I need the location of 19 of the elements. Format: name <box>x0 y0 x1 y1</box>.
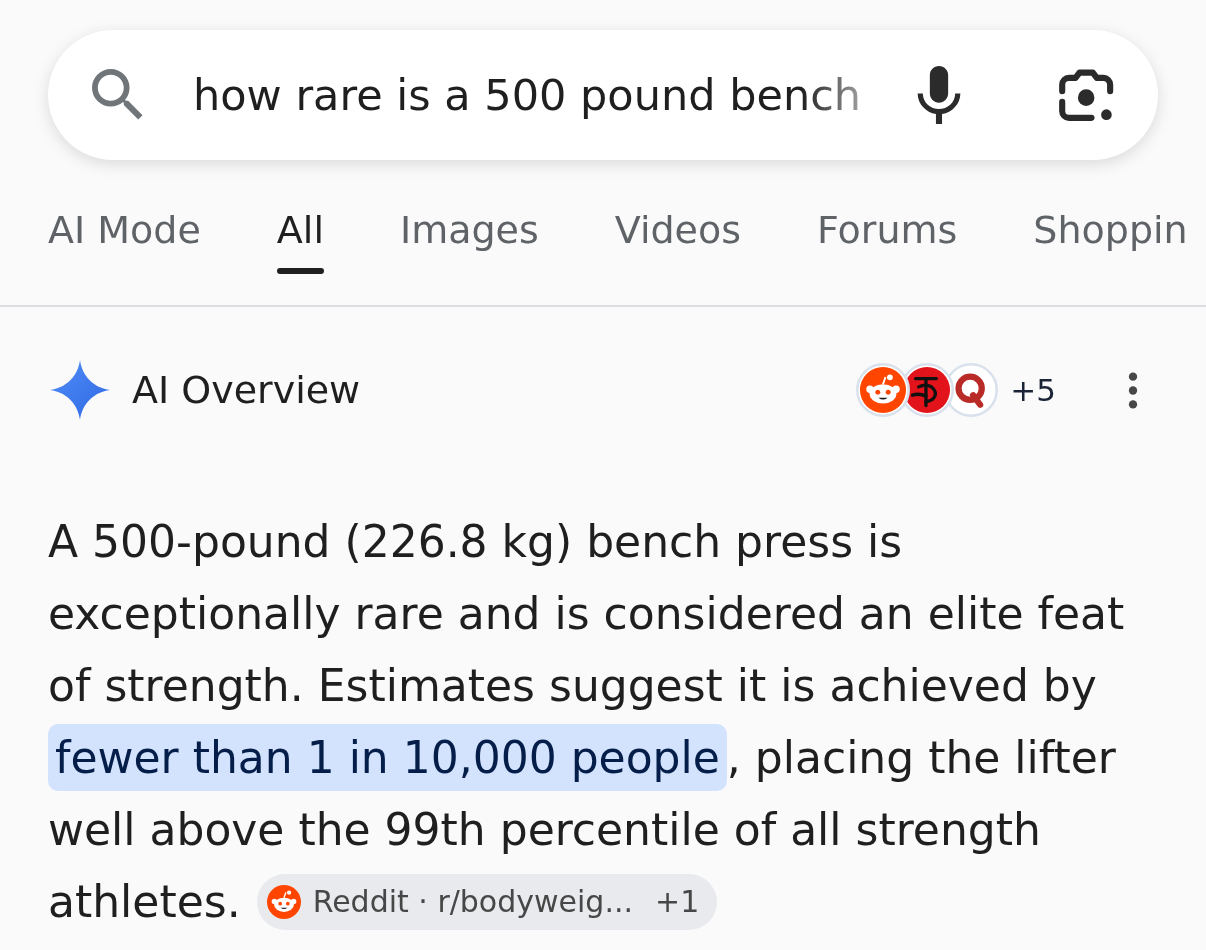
search-icon <box>92 69 144 121</box>
microphone-icon[interactable] <box>917 66 961 124</box>
tab[interactable]: Images <box>399 206 539 274</box>
search-bar[interactable]: how rare is a 500 pound bench <box>48 30 1158 160</box>
tab[interactable]: All <box>276 206 324 274</box>
tab[interactable]: AI Mode <box>48 206 201 274</box>
more-options-icon[interactable] <box>1126 371 1140 409</box>
search-field[interactable]: how rare is a 500 pound bench <box>193 62 869 128</box>
tab[interactable]: Shoppin <box>1033 206 1188 274</box>
tab[interactable]: Forums <box>817 206 958 274</box>
highlighted-phrase[interactable]: fewer than 1 in 10,000 people <box>48 724 727 791</box>
camera-lens-icon[interactable] <box>1059 68 1116 122</box>
sparkle-icon <box>50 360 110 420</box>
reddit-logo-icon <box>856 363 911 417</box>
source-count: +5 <box>1010 370 1056 410</box>
reddit-logo-icon <box>266 885 301 919</box>
tab[interactable]: Videos <box>614 206 742 274</box>
section-title: AI Overview <box>132 366 361 414</box>
citation-chip[interactable]: Reddit · r/bodyweig... +1 <box>256 874 718 930</box>
